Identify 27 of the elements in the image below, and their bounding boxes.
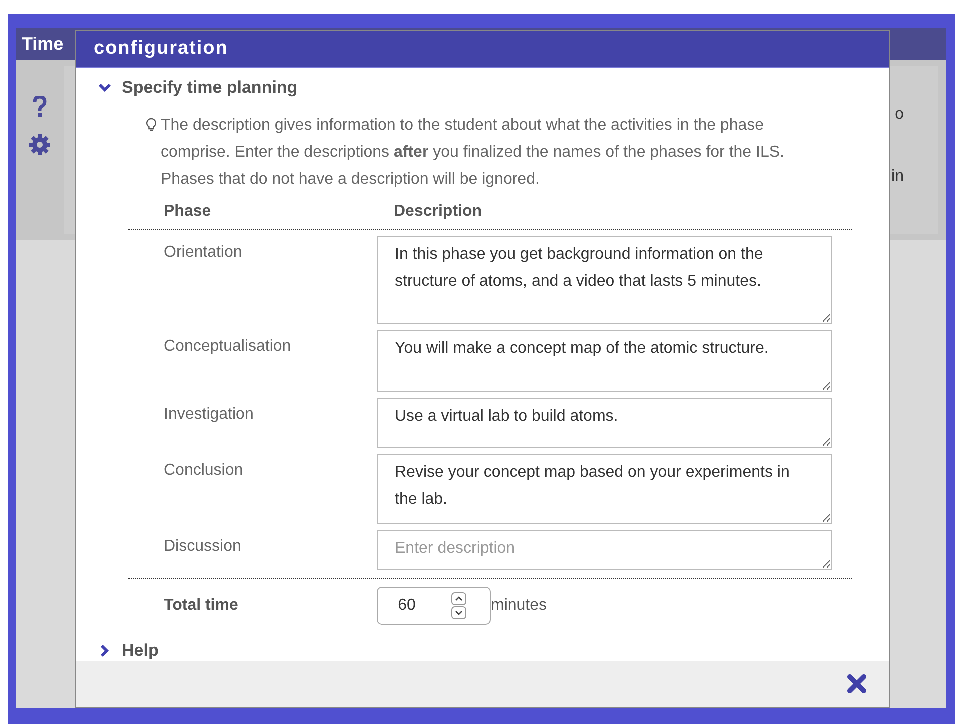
description-field[interactable]: You will make a concept map of the atomic structure. (377, 330, 832, 392)
phase-label: Investigation (163, 405, 255, 426)
number-field[interactable]: 60 (377, 587, 491, 626)
column-header: Phase (163, 203, 212, 222)
help-icon[interactable] (33, 96, 47, 118)
widget-title: Time (22, 34, 64, 54)
hint-text: The description gives information to the student about what the activities in the phase comprise. Enter the descriptions after you finalized the names of the phases for the ILS. Phases that do not have a description will be ignored. (161, 116, 786, 190)
close-button[interactable] (847, 674, 867, 694)
settings-icon[interactable] (29, 134, 51, 156)
total-time-label: Total time (163, 596, 240, 616)
section-toggle[interactable]: Help (98, 641, 159, 662)
section-toggle[interactable]: Specify time planning (98, 78, 298, 98)
phase-label: Conceptualisation (163, 337, 292, 358)
description-field[interactable]: In this phase you get background information on the structure of atoms, and a video that lasts 5 minutes. (377, 236, 832, 324)
partial-text: in (892, 168, 904, 186)
phase-label: Orientation (163, 243, 244, 264)
partial-text: o (895, 106, 904, 124)
unit-label: minutes (491, 596, 548, 616)
description-field[interactable]: Use a virtual lab to build atoms. (377, 398, 832, 448)
description-field[interactable]: Revise your concept map based on your experiments in the lab. (377, 454, 832, 524)
lightbulb-icon (146, 118, 157, 132)
dialog-title: configuration (94, 38, 228, 60)
spinner-icon[interactable] (451, 592, 467, 620)
phase-label: Discussion (163, 537, 242, 558)
phase-label: Conclusion (163, 461, 244, 482)
column-header: Description (393, 203, 484, 222)
description-field[interactable]: Enter description (377, 530, 832, 570)
